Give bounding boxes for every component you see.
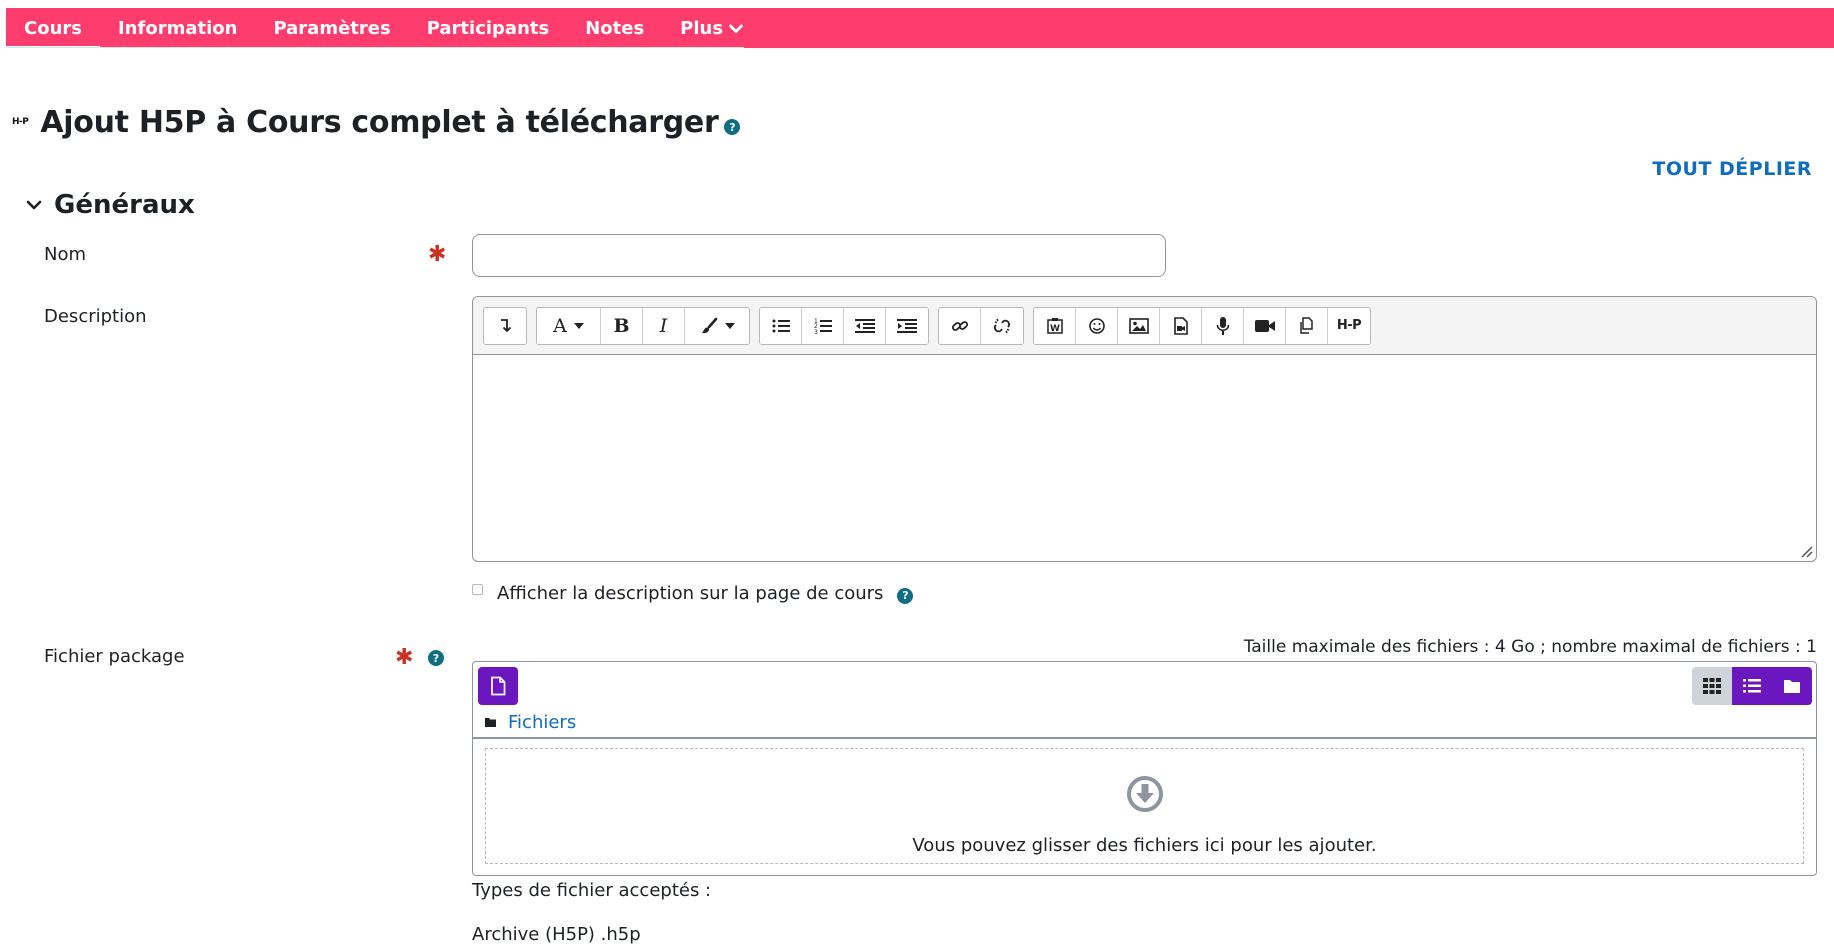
description-label: Description xyxy=(44,306,147,327)
emoticon-icon[interactable] xyxy=(1076,307,1118,344)
text-color-icon[interactable] xyxy=(685,307,749,344)
description-editor: A B I 123 W H-P xyxy=(472,296,1817,562)
show-description-checkbox[interactable] xyxy=(472,584,483,595)
numbered-list-icon[interactable]: 123 xyxy=(802,307,844,344)
editor-toolbar: A B I 123 W H-P xyxy=(473,297,1816,355)
link-icon[interactable] xyxy=(939,307,981,344)
tab-label: Information xyxy=(117,17,238,39)
nav-divider xyxy=(6,47,744,48)
font-style-glyph: A xyxy=(553,314,567,337)
dropzone-text: Vous pouvez glisser des fichiers ici pou… xyxy=(912,835,1377,856)
section-generaux-header[interactable]: Généraux xyxy=(26,190,195,220)
record-video-icon[interactable] xyxy=(1244,307,1286,344)
indent-icon[interactable] xyxy=(886,307,928,344)
record-audio-icon[interactable] xyxy=(1202,307,1244,344)
tab-notes[interactable]: Notes xyxy=(567,8,662,48)
tab-label: Cours xyxy=(24,17,82,39)
manage-files-icon[interactable] xyxy=(1286,307,1328,344)
tab-plus-dropdown[interactable]: Plus xyxy=(662,8,761,48)
tab-label: Participants xyxy=(426,17,550,39)
tab-label: Notes xyxy=(585,17,645,39)
breadcrumb: Fichiers xyxy=(485,712,576,733)
accepted-types-label: Types de fichier acceptés : xyxy=(472,880,712,901)
file-dropzone[interactable]: Vous pouvez glisser des fichiers ici pou… xyxy=(485,748,1804,864)
h5p-icon[interactable]: H-P xyxy=(1328,307,1370,344)
bold-icon[interactable]: B xyxy=(601,307,643,344)
grid-view-icon[interactable] xyxy=(1692,667,1732,705)
unlink-icon[interactable] xyxy=(981,307,1023,344)
h5p-logo-icon: H-P xyxy=(12,117,29,127)
name-label: Nom xyxy=(44,244,87,265)
tab-cours[interactable]: Cours xyxy=(6,8,100,49)
file-manager: Fichiers Vous pouvez glisser des fichier… xyxy=(472,661,1817,876)
italic-icon[interactable]: I xyxy=(643,307,685,344)
file-icon xyxy=(491,676,506,696)
files-root-link[interactable]: Fichiers xyxy=(508,712,576,733)
font-style-icon[interactable]: A xyxy=(537,307,601,344)
word-paste-icon[interactable]: W xyxy=(1034,307,1076,344)
tab-label: Paramètres xyxy=(273,17,391,39)
tab-participants[interactable]: Participants xyxy=(409,8,568,48)
required-icon: ✱ xyxy=(395,645,414,670)
add-file-button[interactable] xyxy=(478,667,518,705)
outdent-icon[interactable] xyxy=(844,307,886,344)
tree-view-icon[interactable] xyxy=(1772,667,1812,705)
page-header: H-P Ajout H5P à Cours complet à téléchar… xyxy=(12,100,741,144)
download-arrow-icon xyxy=(1126,776,1163,812)
image-icon[interactable] xyxy=(1118,307,1160,344)
file-limits-text: Taille maximale des fichiers : 4 Go ; no… xyxy=(1243,637,1817,657)
show-description-row: Afficher la description sur la page de c… xyxy=(472,583,914,604)
section-title: Généraux xyxy=(54,190,195,220)
svg-text:3: 3 xyxy=(814,329,818,335)
package-label: Fichier package xyxy=(44,646,185,667)
bulleted-list-icon[interactable] xyxy=(760,307,802,344)
view-switcher xyxy=(1692,667,1812,705)
svg-text:W: W xyxy=(1050,324,1060,334)
accepted-types-value: Archive (H5P) .h5p xyxy=(472,924,641,945)
page-title: Ajout H5P à Cours complet à télécharger xyxy=(40,104,719,140)
media-icon[interactable] xyxy=(1160,307,1202,344)
bold-glyph: B xyxy=(613,314,630,337)
chevron-down-icon xyxy=(26,197,42,213)
help-icon[interactable]: ? xyxy=(897,587,914,604)
divider xyxy=(473,737,1816,739)
tab-label: Plus xyxy=(680,17,724,39)
show-description-label[interactable]: Afficher la description sur la page de c… xyxy=(497,583,883,604)
description-textarea[interactable] xyxy=(473,355,1816,561)
help-icon[interactable]: ? xyxy=(724,119,741,135)
resize-handle-icon[interactable] xyxy=(1799,544,1813,558)
name-input[interactable] xyxy=(472,234,1166,277)
required-icon: ✱ xyxy=(428,242,447,267)
list-view-icon[interactable] xyxy=(1732,667,1772,705)
expand-all-link[interactable]: TOUT DÉPLIER xyxy=(1652,158,1812,180)
help-icon[interactable]: ? xyxy=(428,650,444,666)
folder-icon xyxy=(485,718,496,727)
tab-information[interactable]: Information xyxy=(100,8,255,48)
expand-toolbar-icon[interactable] xyxy=(484,307,526,344)
secondary-navigation: Cours Information Paramètres Participant… xyxy=(6,8,1834,49)
chevron-down-icon xyxy=(729,18,743,39)
tab-parametres[interactable]: Paramètres xyxy=(255,8,408,48)
italic-glyph: I xyxy=(659,314,668,337)
h5p-glyph: H-P xyxy=(1336,318,1362,333)
